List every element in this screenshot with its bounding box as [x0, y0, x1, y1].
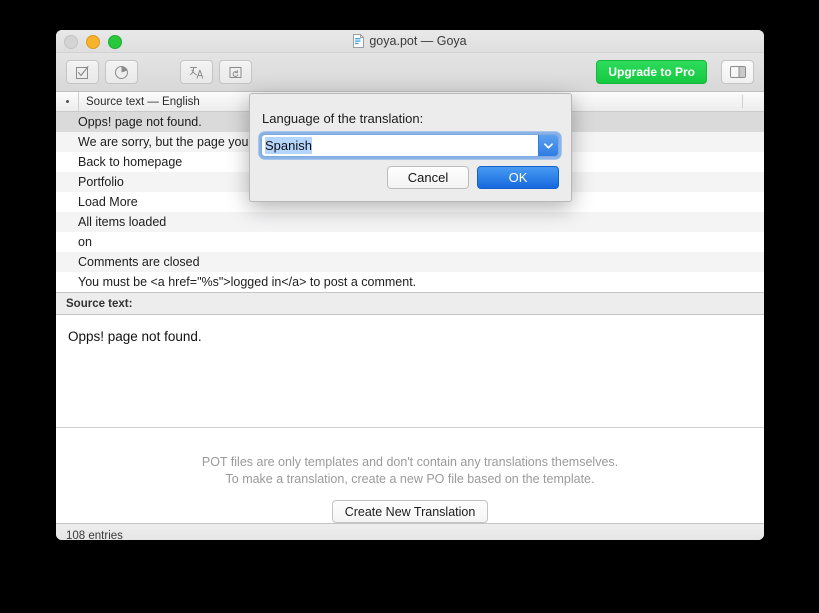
dialog-button-group: Cancel OK [387, 166, 559, 189]
cancel-button-label: Cancel [407, 170, 449, 185]
row-source-text: You must be <a href="%s">logged in</a> t… [78, 275, 417, 289]
language-combobox[interactable]: Spanish [261, 134, 559, 157]
upgrade-to-pro-button[interactable]: Upgrade to Pro [596, 60, 707, 84]
ok-button-label: OK [508, 170, 528, 185]
cancel-button[interactable]: Cancel [387, 166, 469, 189]
pot-info-line-2: To make a translation, create a new PO f… [225, 472, 595, 486]
sync-button[interactable] [219, 60, 252, 84]
bullet-dot-icon [65, 100, 69, 103]
sync-cloud-icon [229, 66, 242, 78]
column-divider [741, 95, 742, 108]
window-titlebar[interactable]: goya.pot — Goya [56, 30, 764, 53]
statistics-button[interactable] [105, 60, 138, 84]
pot-info-line-1: POT files are only templates and don't c… [201, 455, 619, 469]
table-row[interactable]: All items loaded [56, 212, 764, 232]
row-source-text: Back to homepage [78, 155, 183, 169]
source-text-panel-label: Source text: [66, 297, 133, 310]
sidebar-panel-icon [729, 66, 746, 78]
window-title-group: goya.pot — Goya [56, 32, 764, 50]
create-new-translation-button[interactable]: Create New Translation [331, 500, 489, 523]
chevron-down-icon [544, 142, 553, 149]
window-title-text: goya.pot — Goya [369, 34, 467, 48]
create-new-translation-label: Create New Translation [344, 504, 476, 519]
sidebar-toggle-button[interactable] [721, 60, 754, 84]
main-toolbar: Upgrade to Pro [56, 53, 764, 92]
table-row[interactable]: Comments are closed [56, 252, 764, 272]
validate-button[interactable] [66, 60, 99, 84]
row-source-text: Load More [78, 195, 138, 209]
status-bar: 108 entries [56, 523, 764, 540]
status-column-header[interactable] [56, 92, 79, 111]
dialog-prompt-label: Language of the translation: [262, 111, 424, 126]
language-selected-text: Spanish [265, 137, 312, 154]
upgrade-to-pro-label: Upgrade to Pro [608, 65, 695, 79]
source-text-column-header[interactable]: Source text — English [79, 96, 200, 108]
language-combobox-arrow-button[interactable] [538, 135, 558, 156]
row-source-text: Comments are closed [78, 255, 200, 269]
po-document-icon [353, 34, 365, 48]
translate-icon [189, 66, 203, 79]
pie-chart-icon [115, 65, 128, 79]
translate-button[interactable] [180, 60, 213, 84]
row-source-text: Opps! page not found. [78, 115, 202, 129]
checkbox-check-icon [76, 65, 89, 79]
source-text-panel-header: Source text: [56, 292, 764, 315]
source-text-value: Opps! page not found. [68, 329, 202, 344]
table-row[interactable]: You must be <a href="%s">logged in</a> t… [56, 272, 764, 292]
table-row[interactable]: on [56, 232, 764, 252]
row-source-text: All items loaded [78, 215, 167, 229]
source-text-panel-body: Opps! page not found. [56, 315, 764, 427]
row-source-text: on [78, 235, 92, 249]
ok-button[interactable]: OK [477, 166, 559, 189]
pot-info-panel: POT files are only templates and don't c… [56, 427, 764, 523]
language-combobox-value[interactable]: Spanish [262, 137, 538, 154]
row-source-text: Portfolio [78, 175, 124, 189]
entry-count-label: 108 entries [66, 529, 123, 541]
language-selection-dialog: Language of the translation: Spanish Can… [249, 93, 572, 202]
